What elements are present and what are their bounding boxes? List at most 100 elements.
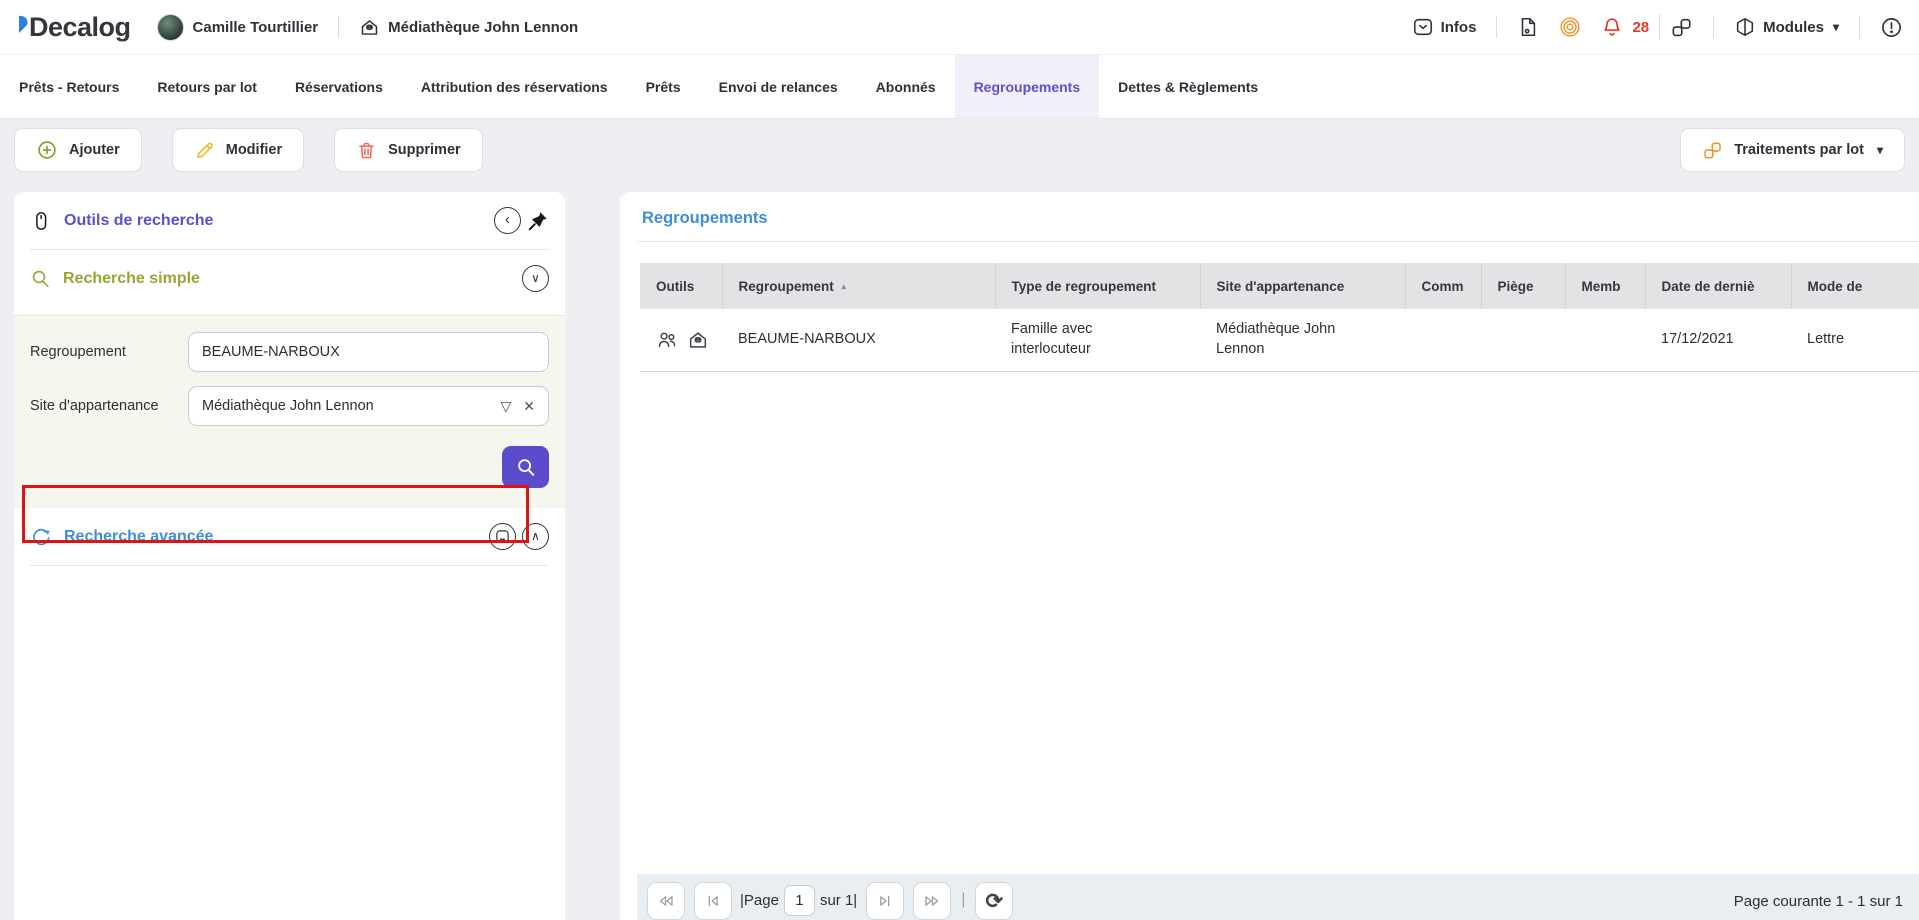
content-area: Ajouter Modifier Supprimer: [0, 119, 1919, 920]
col-mode[interactable]: Mode de: [1791, 263, 1919, 309]
panel-divider: [637, 241, 1919, 242]
page-of-label: sur 1|: [820, 892, 857, 909]
pagination-bar: |Page sur 1| | ⟳ Page courante 1 - 1 sur…: [637, 874, 1919, 920]
cell-regroupement: BEAUME-NARBOUX: [722, 309, 995, 371]
broadcast-button[interactable]: [1559, 16, 1581, 38]
plus-circle-icon: [36, 139, 58, 161]
page-label: |Page: [740, 892, 779, 909]
delete-button[interactable]: Supprimer: [334, 128, 483, 172]
header-divider: [338, 16, 339, 38]
first-page-button[interactable]: [647, 882, 685, 920]
regroupement-field: [188, 332, 549, 372]
simple-search-form: Regroupement Site d'appartenance ▽ ✕: [14, 315, 565, 508]
tab-reservations[interactable]: Réservations: [276, 55, 402, 118]
search-icon: [515, 456, 537, 478]
collapse-panel-button[interactable]: ‹: [494, 207, 521, 234]
simple-search-toggle-button[interactable]: ∨: [522, 265, 549, 292]
advanced-search-header[interactable]: Recherche avancée ∧: [14, 508, 565, 565]
documents-button[interactable]: [1517, 16, 1539, 38]
infos-button[interactable]: Infos: [1412, 16, 1477, 38]
table-row[interactable]: BEAUME-NARBOUX Famille avec interlocuteu…: [640, 309, 1919, 371]
members-icon[interactable]: [656, 329, 678, 351]
library-building-icon: [359, 17, 380, 38]
col-regroupement[interactable]: Regroupement▲: [722, 263, 995, 309]
search-submit-button[interactable]: [502, 446, 549, 488]
page-number-input[interactable]: [784, 885, 815, 916]
col-outils[interactable]: Outils: [640, 263, 722, 309]
col-date[interactable]: Date de derniè: [1645, 263, 1791, 309]
infos-label: Infos: [1441, 19, 1477, 36]
refresh-icon: ⟳: [986, 889, 1004, 914]
current-site[interactable]: Médiathèque John Lennon: [359, 17, 578, 38]
tab-regroupements[interactable]: Regroupements: [955, 55, 1100, 118]
cell-site: Médiathèque John Lennon: [1200, 309, 1405, 371]
cell-mode: Lettre: [1791, 309, 1919, 371]
file-icon: [1517, 16, 1539, 38]
site-field[interactable]: ▽ ✕: [188, 386, 549, 426]
col-membres[interactable]: Memb: [1565, 263, 1645, 309]
regroupement-input[interactable]: [202, 344, 535, 360]
add-button[interactable]: Ajouter: [14, 128, 142, 172]
tab-abonnes[interactable]: Abonnés: [857, 55, 955, 118]
site-name: Médiathèque John Lennon: [388, 19, 578, 36]
chevron-down-icon: ∨: [531, 272, 540, 284]
envelope-icon: [1412, 16, 1434, 38]
cell-date: 17/12/2021: [1645, 309, 1791, 371]
site-field-row: Site d'appartenance ▽ ✕: [30, 386, 549, 426]
app-logo[interactable]: Decalog: [16, 12, 131, 43]
save-search-button[interactable]: [489, 523, 516, 550]
chevron-up-icon: ∧: [531, 530, 540, 542]
tab-envoi-relances[interactable]: Envoi de relances: [700, 55, 857, 118]
action-toolbar: Ajouter Modifier Supprimer: [14, 128, 1905, 172]
col-type[interactable]: Type de regroupement: [995, 263, 1200, 309]
col-piege[interactable]: Piège: [1481, 263, 1565, 309]
pencil-icon: [194, 140, 215, 161]
search-tools-panel: Outils de recherche ‹ Reche: [14, 192, 565, 920]
tab-dettes-reglements[interactable]: Dettes & Règlements: [1099, 55, 1277, 118]
col-commentaire[interactable]: Comm: [1405, 263, 1481, 309]
modules-label: Modules: [1763, 19, 1824, 36]
tab-prets-retours[interactable]: Prêts - Retours: [0, 55, 138, 118]
tab-retours-par-lot[interactable]: Retours par lot: [138, 55, 276, 118]
target-rings-icon: [1559, 16, 1581, 38]
links-button[interactable]: [1670, 16, 1693, 39]
bell-icon: [1601, 16, 1623, 38]
bookmark-square-icon: [495, 529, 510, 544]
col-site[interactable]: Site d'appartenance: [1200, 263, 1405, 309]
cell-type: Famille avec interlocuteur: [995, 309, 1200, 371]
modules-box-icon: [1734, 16, 1756, 38]
notifications-button[interactable]: 28: [1601, 16, 1649, 38]
pin-icon[interactable]: [527, 210, 549, 232]
search-tools-header: Outils de recherche ‹: [14, 192, 565, 249]
batch-processing-button[interactable]: Traitements par lot ▾: [1680, 128, 1905, 172]
advanced-search-icon: [30, 526, 52, 548]
regroupements-panel: Regroupements Outils Regroupement▲ Type …: [620, 192, 1919, 920]
advanced-search-toggle-button[interactable]: ∧: [522, 523, 549, 550]
regroupement-field-row: Regroupement: [30, 332, 549, 372]
header-divider: [1859, 16, 1860, 38]
app-header: Decalog Camille Tourtillier Médiathèque …: [0, 0, 1919, 55]
chevron-left-icon: ‹: [505, 212, 510, 227]
edit-button[interactable]: Modifier: [172, 128, 304, 172]
user-avatar[interactable]: [157, 14, 184, 41]
tab-attribution-reservations[interactable]: Attribution des réservations: [402, 55, 627, 118]
refresh-button[interactable]: ⟳: [975, 882, 1013, 920]
search-submit-row: [30, 440, 549, 502]
modules-menu-button[interactable]: Modules ▾: [1734, 16, 1839, 38]
next-page-button[interactable]: [866, 882, 904, 920]
cell-piege: [1481, 309, 1565, 371]
mouse-icon: [30, 210, 52, 232]
site-icon[interactable]: [687, 329, 709, 351]
site-input[interactable]: [202, 398, 488, 414]
simple-search-header[interactable]: Recherche simple ∨: [14, 250, 565, 307]
header-divider: [1713, 16, 1714, 38]
previous-page-button[interactable]: [694, 882, 732, 920]
last-page-button[interactable]: [913, 882, 951, 920]
caret-down-icon: ▾: [1877, 143, 1883, 157]
chain-links-icon: [1702, 140, 1723, 161]
clear-field-icon[interactable]: ✕: [523, 398, 535, 415]
panel-title: Regroupements: [642, 209, 768, 227]
help-button[interactable]: [1880, 16, 1903, 39]
filter-funnel-icon[interactable]: ▽: [500, 398, 511, 415]
tab-prets[interactable]: Prêts: [627, 55, 700, 118]
